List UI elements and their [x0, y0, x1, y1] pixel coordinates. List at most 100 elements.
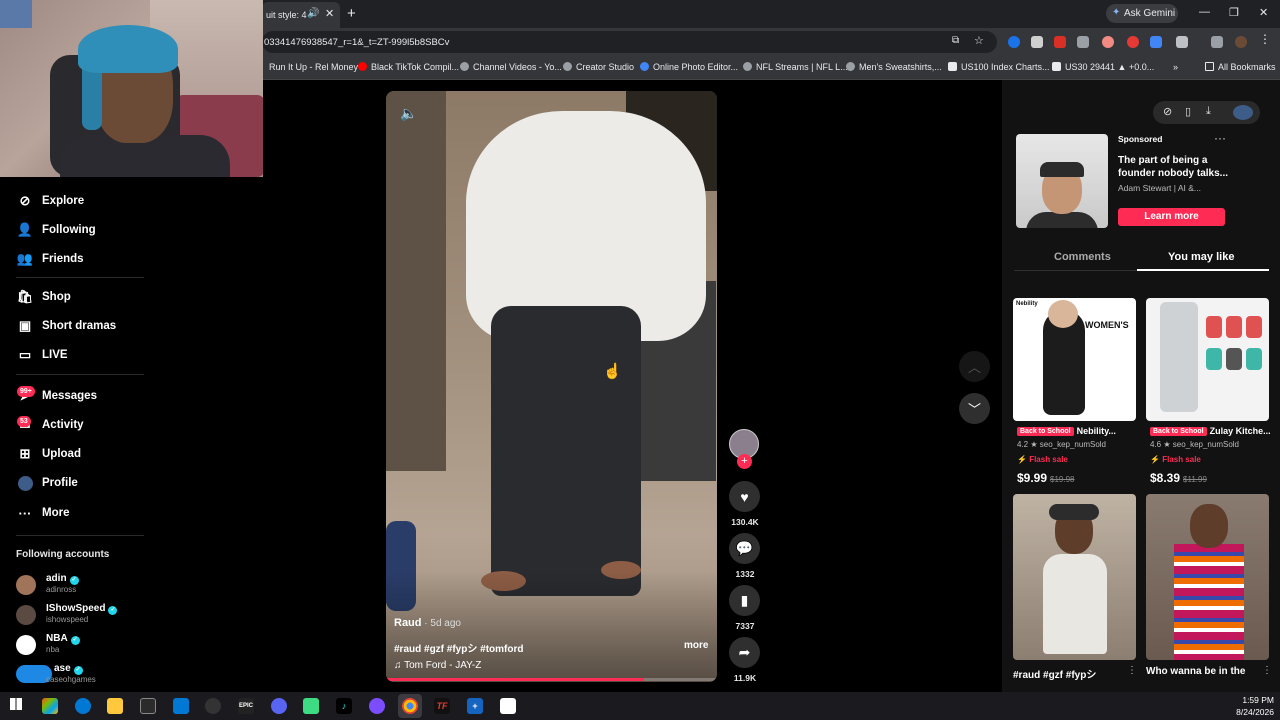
chrome-icon[interactable] [402, 698, 418, 714]
video-more-link[interactable]: more [684, 640, 708, 651]
sidebar-item-live[interactable]: ▭ LIVE [16, 345, 68, 365]
mobile-icon[interactable]: ▯ [1185, 105, 1191, 118]
ad-thumbnail[interactable] [1016, 134, 1108, 228]
extension-icon[interactable] [1054, 36, 1066, 48]
bookmark-item[interactable]: Channel Videos - Yo... [460, 62, 562, 72]
app-icon[interactable] [303, 698, 319, 714]
ad-title[interactable]: The part of being a founder nobody talks… [1118, 154, 1228, 180]
bookmark-item[interactable]: US30 29441 ▲ +0.0... [1052, 62, 1154, 72]
extension-icon[interactable] [1008, 36, 1020, 48]
comment-icon: 💬 [735, 540, 754, 556]
learn-more-button[interactable]: Learn more [1118, 208, 1225, 226]
ask-gemini-button[interactable]: ✦ Ask Gemini [1106, 4, 1178, 23]
extension-icon[interactable] [1150, 36, 1162, 48]
sidebar-item-shop[interactable]: 🛍 Shop [16, 287, 71, 307]
bookmark-item[interactable]: NFL Streams | NFL L... [743, 62, 848, 72]
minimize-icon[interactable]: — [1199, 6, 1210, 18]
tf-app-icon[interactable]: TF [434, 698, 450, 714]
tiktok-icon[interactable]: ♪ [336, 698, 352, 714]
chrome-menu-icon[interactable]: ⋮ [1259, 32, 1271, 46]
related-video-thumbnail[interactable] [1146, 494, 1269, 660]
close-window-icon[interactable]: ✕ [1259, 6, 1268, 19]
share-button[interactable]: ➦ [729, 637, 760, 668]
app-icon[interactable] [500, 698, 516, 714]
bookmark-item[interactable]: Creator Studio [563, 62, 634, 72]
video-author[interactable]: Raud · 5d ago [394, 617, 461, 629]
app-icon[interactable] [369, 698, 385, 714]
bookmark-item[interactable]: Run It Up - Rel Money [269, 62, 358, 72]
outlook-icon[interactable] [173, 698, 189, 714]
tab-close-icon[interactable]: ✕ [325, 7, 334, 20]
all-bookmarks-button[interactable]: All Bookmarks [1205, 62, 1276, 72]
restore-icon[interactable]: ❐ [1229, 6, 1239, 19]
download-icon[interactable]: ⤓ [1206, 105, 1211, 118]
color-swatch [1246, 316, 1262, 338]
omnibox[interactable]: 03341476938547_r=1&_t=ZT-999l5b8SBCv ⧉ ☆ [262, 31, 997, 53]
edge-icon[interactable] [75, 698, 91, 714]
sidebar-item-explore[interactable]: ⊘ Explore [16, 191, 85, 211]
media-icon[interactable] [1211, 36, 1223, 48]
share-arrow-icon: ➦ [738, 644, 751, 660]
compass-icon: ⊘ [19, 193, 31, 208]
bookmark-item[interactable]: Black TikTok Compil... [358, 62, 459, 72]
bookmark-star-icon[interactable]: ☆ [974, 34, 986, 47]
volume-icon[interactable]: 🔈 [400, 105, 417, 122]
tab-you-may-like[interactable]: You may like [1168, 251, 1234, 263]
sidebar-item-more[interactable]: ··· More [16, 503, 70, 523]
profile-avatar[interactable] [1233, 105, 1253, 120]
new-tab-icon[interactable]: + [347, 5, 356, 22]
webcam-overlay [0, 0, 263, 177]
tab-comments[interactable]: Comments [1054, 251, 1111, 263]
bookmark-item[interactable]: Online Photo Editor... [640, 62, 738, 72]
taskbar-date[interactable]: 8/24/2026 [1232, 707, 1274, 717]
account-item[interactable]: IShowSpeed ✓ ishowspeed [16, 603, 166, 631]
tab-audio-icon[interactable]: 🔊 [307, 8, 319, 19]
previous-video-button[interactable]: ︿ [959, 351, 990, 382]
install-app-icon[interactable]: ⧉ [952, 35, 964, 47]
like-button[interactable]: ♥ [729, 481, 760, 512]
video-hashtags[interactable]: #raud #gzf #fypシ #tomford [394, 640, 523, 655]
url-text[interactable]: 03341476938547_r=1&_t=ZT-999l5b8SBCv [264, 37, 449, 48]
extension-icon[interactable] [1031, 36, 1043, 48]
profile-avatar[interactable] [1235, 36, 1247, 48]
related-video-caption[interactable]: #raud #gzf #fypシ [1013, 666, 1096, 681]
next-video-button[interactable]: ﹀ [959, 393, 990, 424]
extension-icon[interactable] [1102, 36, 1114, 48]
sidebar-item-profile[interactable]: Profile [16, 473, 78, 493]
sidebar-item-friends[interactable]: 👥 Friends [16, 249, 84, 269]
extensions-puzzle-icon[interactable] [1176, 36, 1188, 48]
bookmarks-overflow-icon[interactable]: » [1173, 62, 1178, 72]
copilot-icon[interactable] [42, 698, 58, 714]
epic-games-icon[interactable]: EPIC [238, 698, 254, 714]
save-button[interactable]: ▮ [729, 585, 760, 616]
store-icon[interactable] [140, 698, 156, 714]
file-explorer-icon[interactable] [107, 698, 123, 714]
video-progress-bar[interactable] [386, 678, 717, 681]
bookmark-item[interactable]: US100 Index Charts... [948, 62, 1050, 72]
bookmark-item[interactable]: Men's Sweatshirts,... [846, 62, 942, 72]
video-options-icon[interactable]: ⋮ [1127, 665, 1137, 676]
taskbar-time[interactable]: 1:59 PM [1232, 695, 1274, 705]
related-video-thumbnail[interactable] [1013, 494, 1136, 660]
video-music[interactable]: ♫ Tom Ford - JAY-Z [394, 660, 481, 671]
tiktok-icon[interactable]: ⊘ [1163, 105, 1172, 118]
video-player[interactable]: 🔈 Raud · 5d ago #raud #gzf #fypシ #tomfor… [386, 91, 717, 682]
comment-button[interactable]: 💬 [729, 533, 760, 564]
extension-icon[interactable] [1077, 36, 1089, 48]
account-item[interactable]: NBA ✓ nba [16, 633, 166, 661]
account-item[interactable]: ase ✓ caseohgames [16, 663, 166, 691]
windows-start-icon[interactable] [8, 698, 24, 714]
sidebar-item-upload[interactable]: ⊞ Upload [16, 444, 81, 464]
account-item[interactable]: adin ✓ adinross [16, 573, 166, 601]
extension-icon[interactable] [1127, 36, 1139, 48]
related-video-caption[interactable]: Who wanna be in the [1146, 666, 1245, 677]
steam-icon[interactable] [205, 698, 221, 714]
browser-tab[interactable]: uit style: 4 🔊 ✕ [262, 2, 340, 28]
plus-app-icon[interactable]: + [467, 698, 483, 714]
discord-icon[interactable] [271, 698, 287, 714]
sidebar-item-following[interactable]: 👤 Following [16, 220, 96, 240]
ad-menu-icon[interactable]: ··· [1214, 131, 1226, 145]
video-options-icon[interactable]: ⋮ [1262, 665, 1272, 676]
sidebar-item-short-dramas[interactable]: ▣ Short dramas [16, 316, 116, 336]
follow-plus-icon[interactable]: + [737, 454, 752, 469]
